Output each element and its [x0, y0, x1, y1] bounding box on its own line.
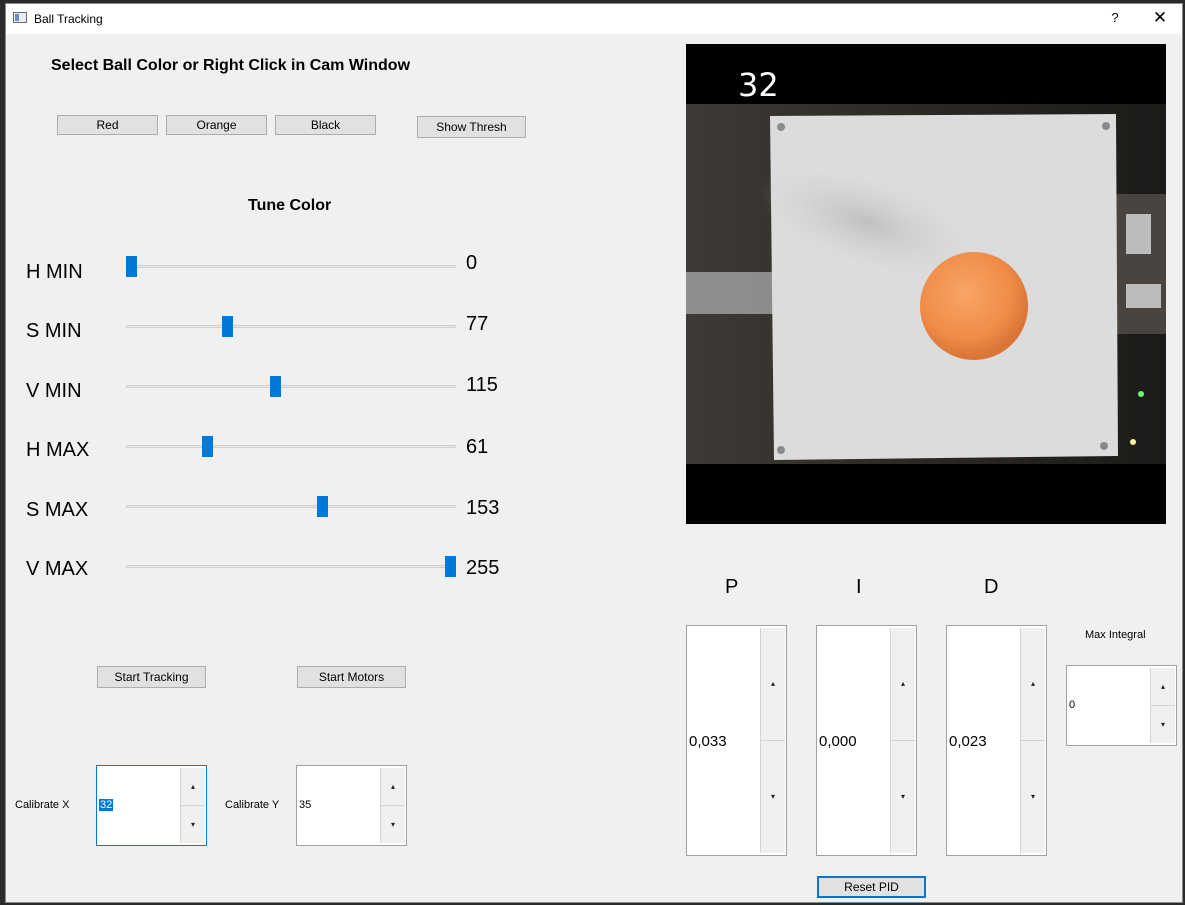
p-label: P	[725, 576, 739, 598]
h-min-value: 0	[466, 252, 478, 274]
s-min-slider[interactable]	[126, 325, 456, 328]
i-value[interactable]: 0,000	[819, 733, 857, 750]
max-integral-spinbox[interactable]: 0 ▴ ▾	[1066, 665, 1177, 746]
v-min-label: V MIN	[26, 380, 82, 402]
reset-pid-button[interactable]: Reset PID	[817, 876, 926, 898]
i-label: I	[856, 576, 862, 598]
max-integral-up-arrow-icon[interactable]: ▴	[1151, 668, 1175, 706]
max-integral-arrows: ▴ ▾	[1150, 668, 1175, 743]
p-arrows: ▴ ▾	[760, 628, 785, 853]
s-max-value: 153	[466, 497, 500, 519]
app-icon	[13, 12, 27, 23]
select-color-heading: Select Ball Color or Right Click in Cam …	[51, 57, 411, 74]
d-up-arrow-icon[interactable]: ▴	[1021, 628, 1045, 741]
camera-view[interactable]: 32	[686, 44, 1166, 524]
v-min-slider-handle[interactable]	[269, 376, 281, 397]
v-min-slider[interactable]	[126, 385, 456, 388]
v-min-value: 115	[466, 374, 498, 396]
s-max-slider-handle[interactable]	[317, 496, 329, 517]
s-min-label: S MIN	[26, 320, 82, 342]
h-min-slider[interactable]	[126, 265, 456, 268]
i-up-arrow-icon[interactable]: ▴	[891, 628, 915, 741]
max-integral-label: Max Integral	[1085, 629, 1146, 641]
camera-overlay-counter: 32	[738, 66, 779, 104]
ball	[920, 252, 1028, 360]
max-integral-down-arrow-icon[interactable]: ▾	[1151, 706, 1175, 744]
d-value[interactable]: 0,023	[949, 733, 987, 750]
window-title: Ball Tracking	[34, 12, 103, 26]
show-thresh-button[interactable]: Show Thresh	[417, 116, 526, 138]
calibrate-x-down-arrow-icon[interactable]: ▾	[181, 806, 205, 844]
p-down-arrow-icon[interactable]: ▾	[761, 741, 785, 854]
v-max-value: 255	[466, 557, 500, 579]
d-down-arrow-icon[interactable]: ▾	[1021, 741, 1045, 854]
p-up-arrow-icon[interactable]: ▴	[761, 628, 785, 741]
h-max-value: 61	[466, 436, 489, 458]
v-max-slider[interactable]	[126, 565, 456, 568]
calibrate-y-value[interactable]: 35	[299, 799, 311, 811]
d-label: D	[984, 576, 999, 598]
calibrate-y-spinbox[interactable]: 35 ▴ ▾	[296, 765, 407, 846]
h-min-slider-handle[interactable]	[126, 256, 137, 277]
v-max-label: V MAX	[26, 558, 89, 580]
h-max-slider[interactable]	[126, 445, 456, 448]
calibrate-y-down-arrow-icon[interactable]: ▾	[381, 806, 405, 844]
calibrate-y-arrows: ▴ ▾	[380, 768, 405, 843]
tune-color-heading: Tune Color	[248, 197, 332, 214]
i-spinbox[interactable]: 0,000 ▴ ▾	[816, 625, 917, 856]
d-arrows: ▴ ▾	[1020, 628, 1045, 853]
calibrate-x-up-arrow-icon[interactable]: ▴	[181, 768, 205, 806]
start-tracking-button[interactable]: Start Tracking	[97, 666, 206, 688]
s-min-slider-handle[interactable]	[222, 316, 234, 337]
s-max-label: S MAX	[26, 499, 89, 521]
p-spinbox[interactable]: 0,033 ▴ ▾	[686, 625, 787, 856]
p-value[interactable]: 0,033	[689, 733, 727, 750]
d-spinbox[interactable]: 0,023 ▴ ▾	[946, 625, 1047, 856]
close-button[interactable]: ✕	[1151, 8, 1169, 28]
s-min-value: 77	[466, 313, 489, 335]
calibrate-y-up-arrow-icon[interactable]: ▴	[381, 768, 405, 806]
start-motors-button[interactable]: Start Motors	[297, 666, 406, 688]
h-max-slider-handle[interactable]	[202, 436, 214, 457]
help-button[interactable]: ?	[1108, 10, 1122, 28]
app-window: Ball Tracking ? ✕ Select Ball Color or R…	[5, 3, 1183, 903]
black-button[interactable]: Black	[275, 115, 376, 135]
red-button[interactable]: Red	[57, 115, 158, 135]
max-integral-value[interactable]: 0	[1069, 699, 1075, 711]
orange-button[interactable]: Orange	[166, 115, 267, 135]
v-max-slider-handle[interactable]	[445, 556, 456, 577]
calibrate-y-label: Calibrate Y	[225, 799, 280, 811]
calibrate-x-value[interactable]: 32	[99, 799, 114, 811]
camera-frame-image	[686, 104, 1166, 464]
i-arrows: ▴ ▾	[890, 628, 915, 853]
calibrate-x-spinbox[interactable]: 32 ▴ ▾	[96, 765, 207, 846]
s-max-slider[interactable]	[126, 505, 456, 508]
calibrate-x-label: Calibrate X	[15, 799, 70, 811]
i-down-arrow-icon[interactable]: ▾	[891, 741, 915, 854]
h-min-label: H MIN	[26, 261, 83, 283]
title-bar: Ball Tracking ? ✕	[6, 4, 1182, 34]
h-max-label: H MAX	[26, 439, 90, 461]
calibrate-x-arrows: ▴ ▾	[180, 768, 205, 843]
